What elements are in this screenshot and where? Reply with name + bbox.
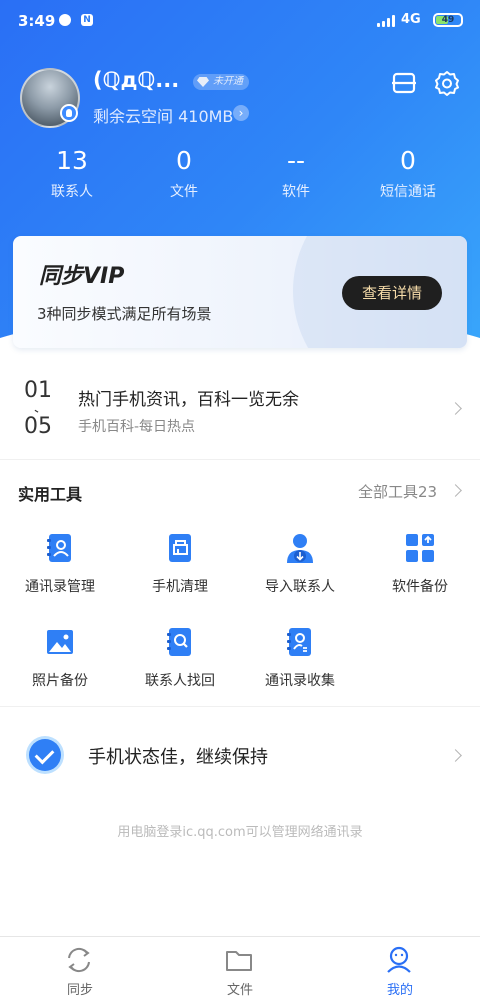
view-details-button[interactable]: 查看详情 xyxy=(342,276,442,310)
tool-photo-backup[interactable]: 照片备份 xyxy=(0,626,120,706)
nav-tab-files[interactable]: 文件 xyxy=(160,937,320,1000)
news-subtitle: 手机百科-每日热点 xyxy=(78,419,196,435)
battery-level: 49 xyxy=(441,15,455,25)
tools-section-title: 实用工具 xyxy=(18,485,83,504)
scan-icon[interactable] xyxy=(391,70,417,96)
status-bar: 3:49 N 4G 49 xyxy=(0,0,480,40)
news-date-day: 05 xyxy=(24,414,52,439)
bottom-navigation: 同步 文件 我的 xyxy=(0,936,480,1000)
tool-label: 导入联系人 xyxy=(265,579,335,595)
contacts-collect-icon xyxy=(287,628,311,656)
cloud-space-label[interactable]: 剩余云空间 410MB xyxy=(93,103,233,127)
stat-contacts[interactable]: 13 联系人 xyxy=(17,146,127,201)
news-date-month: 01 xyxy=(24,378,52,403)
stat-value: -- xyxy=(286,146,306,175)
tool-contacts-manage[interactable]: 通讯录管理 xyxy=(0,532,120,612)
profile-icon xyxy=(387,946,411,973)
tool-label: 通讯录收集 xyxy=(265,673,335,689)
phone-status-row[interactable]: 手机状态佳，继续保持 xyxy=(0,707,480,803)
tool-contact-recover[interactable]: 联系人找回 xyxy=(120,626,240,706)
tool-label: 软件备份 xyxy=(392,579,448,595)
phone-clean-icon xyxy=(169,534,191,562)
pc-login-hint: 用电脑登录ic.qq.com可以管理网络通讯录 xyxy=(117,825,363,840)
qq-badge-icon xyxy=(60,104,78,122)
news-row[interactable]: 01 - 05 热门手机资讯，百科一览无余 手机百科-每日热点 xyxy=(0,362,480,458)
all-tools-link[interactable]: 全部工具23 xyxy=(358,481,437,502)
stat-value: 0 xyxy=(400,146,416,175)
nav-label: 同步 xyxy=(66,983,93,998)
tool-label: 联系人找回 xyxy=(145,673,215,689)
stat-label: 文件 xyxy=(170,184,198,200)
tool-label: 照片备份 xyxy=(32,673,88,689)
import-contact-icon xyxy=(287,534,313,563)
nickname[interactable]: (ℚдℚ... xyxy=(93,68,179,92)
nav-label: 我的 xyxy=(386,983,413,998)
contacts-book-icon xyxy=(47,534,71,562)
vip-status-badge[interactable]: 未开通 xyxy=(193,74,249,90)
divider xyxy=(0,459,480,460)
battery-icon: 49 xyxy=(433,13,463,27)
news-title: 热门手机资讯，百科一览无余 xyxy=(78,390,299,410)
chevron-right-icon[interactable] xyxy=(449,484,462,497)
stat-sms-calls[interactable]: 0 短信通话 xyxy=(353,146,463,201)
sync-vip-card[interactable]: 同步VIP 3种同步模式满足所有场景 查看详情 xyxy=(13,236,467,348)
sync-icon xyxy=(68,947,90,973)
stat-apps[interactable]: -- 软件 xyxy=(241,146,351,201)
stat-label: 短信通话 xyxy=(380,184,436,200)
stat-files[interactable]: 0 文件 xyxy=(129,146,239,201)
tool-contacts-collect[interactable]: 通讯录收集 xyxy=(240,626,360,706)
phone-status-text: 手机状态佳，继续保持 xyxy=(88,747,268,768)
signal-icon xyxy=(377,15,397,27)
tool-import-contacts[interactable]: 导入联系人 xyxy=(240,532,360,612)
app-backup-icon xyxy=(406,534,434,562)
tool-label: 通讯录管理 xyxy=(25,579,95,595)
chevron-right-icon[interactable]: › xyxy=(233,105,249,121)
folder-icon xyxy=(226,951,252,971)
stat-value: 13 xyxy=(56,146,88,175)
stat-label: 软件 xyxy=(282,184,310,200)
vip-card-subtitle: 3种同步模式满足所有场景 xyxy=(37,305,212,323)
stat-label: 联系人 xyxy=(51,184,93,200)
tool-label: 手机清理 xyxy=(152,579,208,595)
notification-circle-icon xyxy=(59,14,71,26)
stats-row: 13 联系人 0 文件 -- 软件 0 短信通话 xyxy=(0,146,480,206)
chevron-right-icon xyxy=(449,749,462,762)
status-time: 3:49 xyxy=(18,12,56,30)
contact-recover-icon xyxy=(167,628,191,656)
nav-tab-sync[interactable]: 同步 xyxy=(0,937,160,1000)
nav-label: 文件 xyxy=(226,983,253,998)
chevron-right-icon xyxy=(449,402,462,415)
tool-phone-clean[interactable]: 手机清理 xyxy=(120,532,240,612)
photo-backup-icon xyxy=(47,630,73,654)
diamond-icon xyxy=(197,77,209,87)
vip-card-title: 同步VIP xyxy=(39,264,125,289)
tool-app-backup[interactable]: 软件备份 xyxy=(360,532,480,612)
check-circle-icon xyxy=(29,739,61,771)
stat-value: 0 xyxy=(176,146,192,175)
vip-status-label: 未开通 xyxy=(213,76,243,87)
network-type: 4G xyxy=(401,12,421,27)
notification-app-icon: N xyxy=(81,14,93,26)
nav-tab-mine[interactable]: 我的 xyxy=(320,937,480,1000)
settings-gear-icon[interactable] xyxy=(434,70,460,96)
